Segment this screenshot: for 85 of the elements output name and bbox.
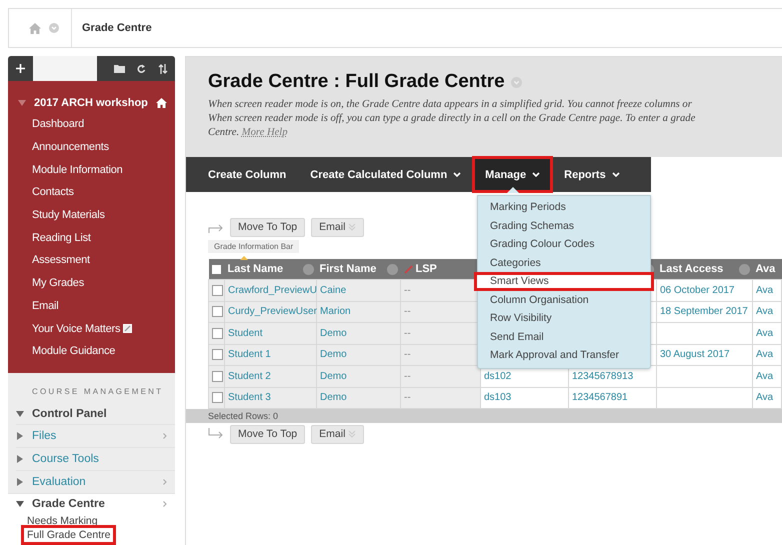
menu-item[interactable]: Grading Schemas	[478, 216, 650, 235]
expanded-triangle-icon[interactable]	[16, 410, 24, 418]
collapsed-triangle-icon[interactable]	[16, 454, 24, 463]
collapsed-triangle-icon[interactable]	[16, 432, 24, 440]
grade-cell: --	[404, 284, 411, 296]
grade-cell: --	[404, 306, 411, 318]
grade-cell: --	[404, 370, 411, 382]
section-heading: COURSE MANAGEMENT	[31, 386, 164, 398]
row-checkbox[interactable]	[212, 349, 223, 360]
course-menu-link[interactable]: Email	[32, 300, 59, 312]
dropdown-circle-icon[interactable]	[49, 23, 59, 33]
action-button[interactable]: Move To Top	[230, 218, 306, 236]
breadcrumb-title[interactable]: Grade Centre	[72, 22, 152, 34]
course-menu-link[interactable]: Contacts	[32, 186, 74, 198]
row-checkbox[interactable]	[212, 392, 223, 404]
menu-item[interactable]: Column Organisation	[478, 290, 650, 309]
grade-information-bar[interactable]: Grade Information Bar	[208, 240, 300, 253]
control-panel-item[interactable]: Files	[32, 430, 56, 442]
course-menu-link[interactable]: Dashboard	[32, 118, 84, 130]
selected-rows-count: Selected Rows: 0	[208, 411, 278, 421]
action-button[interactable]: Email	[311, 424, 364, 444]
chevron-right-icon[interactable]	[163, 432, 167, 439]
table-cell[interactable]: Demo	[320, 392, 347, 404]
course-menu-link[interactable]: Study Materials	[32, 209, 105, 222]
sort-arrow-icon	[240, 256, 248, 260]
action-button[interactable]: Email	[311, 218, 364, 236]
control-panel-subitem[interactable]: Needs Marking	[24, 514, 101, 528]
toolbar-button[interactable]: Create Column	[196, 157, 298, 192]
column-header[interactable]: LSP	[416, 263, 437, 275]
chevron-right-icon[interactable]	[163, 478, 167, 485]
table-cell[interactable]: Caine	[320, 284, 346, 296]
collapsed-triangle-icon[interactable]	[16, 478, 24, 486]
menu-item[interactable]: Categories	[478, 254, 650, 272]
control-panel-item[interactable]: Course Tools	[32, 452, 99, 465]
menu-item[interactable]: Row Visibility	[478, 309, 650, 328]
menu-item[interactable]: Grading Colour Codes	[478, 235, 650, 254]
refresh-icon[interactable]	[137, 64, 146, 74]
table-cell[interactable]: Marion	[320, 306, 351, 318]
table-cell[interactable]: Demo	[320, 370, 347, 382]
toolbar-button[interactable]: Manage	[473, 157, 552, 192]
corner-arrow-icon	[208, 428, 224, 440]
grade-cell: --	[404, 328, 411, 339]
chevron-right-icon[interactable]	[163, 500, 167, 507]
row-checkbox[interactable]	[212, 284, 223, 296]
pointer-icon	[506, 187, 519, 193]
course-title[interactable]: 2017 ARCH workshop	[34, 97, 148, 109]
grade-cell: --	[404, 392, 411, 404]
page-description: When screen reader mode is on, the Grade Centre data appears in a simplified grid. You cannot freeze columns or When screen reader mode is off, you can type a grade directly in a cell on the Grade Centre page. To enter a grade Centre. More Help	[208, 98, 696, 140]
expanded-triangle-icon[interactable]	[16, 500, 24, 508]
plus-icon[interactable]	[16, 64, 25, 73]
grade-cell: --	[404, 349, 411, 360]
row-checkbox[interactable]	[212, 370, 223, 382]
course-menu-link[interactable]: Announcements	[32, 141, 109, 154]
row-checkbox[interactable]	[212, 306, 223, 318]
row-checkbox[interactable]	[212, 328, 223, 339]
menu-item[interactable]: Marking Periods	[478, 198, 650, 216]
table-cell[interactable]: ds102	[484, 370, 512, 382]
table-cell[interactable]: Demo	[320, 328, 347, 339]
course-menu-link[interactable]: Assessment	[32, 254, 90, 266]
toolbar-button[interactable]: Create Calculated Column	[298, 157, 474, 192]
control-panel-label[interactable]: Control Panel	[32, 408, 107, 420]
course-menu-link[interactable]: Reading List	[32, 232, 91, 244]
more-help-link[interactable]: More Help	[242, 127, 288, 138]
table-cell[interactable]: Demo	[320, 349, 347, 360]
control-panel-item[interactable]: Evaluation	[32, 476, 86, 488]
external-link-icon	[123, 324, 132, 334]
search-field[interactable]	[33, 56, 97, 81]
select-all-checkbox[interactable]	[212, 264, 220, 274]
sort-icon[interactable]	[158, 64, 168, 74]
menu-item[interactable]: Send Email	[478, 328, 650, 346]
pencil-icon	[404, 264, 412, 274]
course-menu-link[interactable]: My Grades	[32, 277, 84, 290]
folder-icon[interactable]	[114, 64, 125, 73]
control-panel-subitem[interactable]: Full Grade Centre	[24, 528, 114, 542]
home-icon[interactable]	[156, 98, 167, 108]
course-menu-link[interactable]: Module Guidance	[32, 345, 116, 358]
table-cell[interactable]: ds103	[484, 392, 512, 404]
course-menu-link[interactable]: Your Voice Matters	[32, 322, 120, 335]
toolbar-button[interactable]: Reports	[552, 157, 632, 192]
course-menu-link[interactable]: Module Information	[32, 164, 123, 176]
collapse-triangle-icon[interactable]	[18, 100, 26, 106]
menu-item[interactable]: Mark Approval and Transfer	[478, 346, 650, 364]
page-title: Grade Centre : Full Grade Centre	[208, 71, 505, 93]
action-button[interactable]: Move To Top	[230, 424, 306, 444]
menu-item[interactable]: Smart Views	[474, 272, 654, 290]
